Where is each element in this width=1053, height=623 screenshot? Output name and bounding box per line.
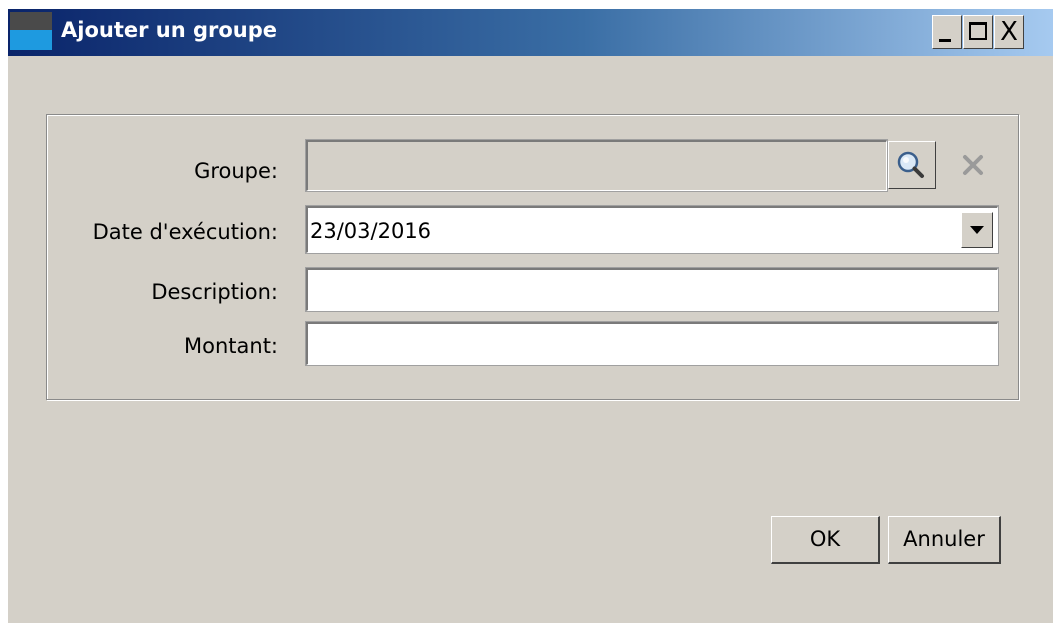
montant-input[interactable] [305,321,999,366]
minimize-button[interactable] [932,15,962,49]
dialog-window: Ajouter un groupe X Groupe: Date d'exécu… [8,9,1053,623]
clear-button[interactable] [949,141,997,189]
groupe-field [305,139,888,192]
description-label: Description: [151,280,278,304]
search-button[interactable] [888,141,936,189]
date-execution-value: 23/03/2016 [310,219,432,243]
montant-label: Montant: [184,334,278,358]
cancel-button[interactable]: Annuler [888,516,1001,564]
window-title: Ajouter un groupe [61,18,278,42]
date-dropdown-button[interactable] [961,212,993,248]
close-button[interactable]: X [994,15,1024,49]
minimize-icon [939,39,951,42]
groupe-label: Groupe: [194,159,278,183]
ok-button[interactable]: OK [771,516,880,564]
date-execution-label: Date d'exécution: [92,220,278,244]
search-icon [897,151,924,178]
maximize-button[interactable] [963,15,993,49]
maximize-icon [969,22,987,40]
chevron-down-icon [970,226,984,234]
close-icon: X [1000,17,1018,47]
description-input[interactable] [305,267,999,312]
title-bar[interactable]: Ajouter un groupe X [8,9,1053,56]
clear-x-icon [963,155,983,175]
app-icon [10,12,52,50]
date-execution-combobox[interactable]: 23/03/2016 [305,205,999,254]
